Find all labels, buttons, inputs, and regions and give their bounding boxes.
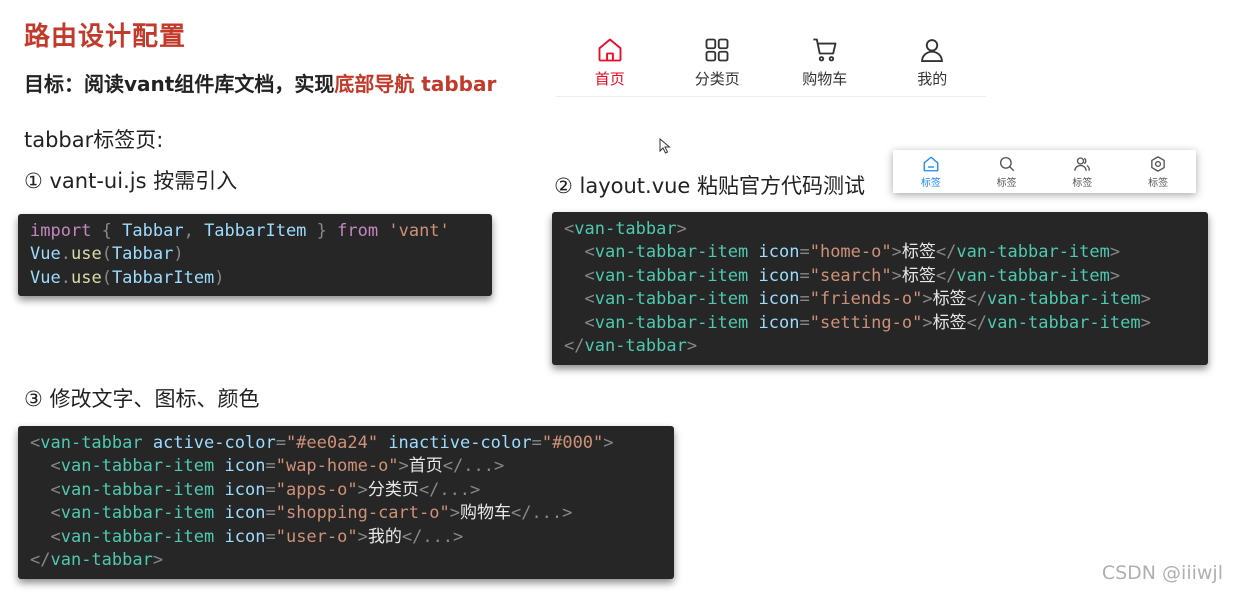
home-icon (923, 156, 939, 171)
user-icon (921, 39, 944, 63)
tabbar-page-label: tabbar标签页: (24, 128, 164, 152)
gear-icon (1151, 155, 1165, 172)
preview-tab-label: 购物车 (802, 70, 848, 88)
preview-tab-cart[interactable]: 购物车 (780, 36, 870, 89)
code-line: <van-tabbar-item icon="shopping-cart-o">… (50, 503, 573, 524)
goal-prefix: 目标：阅读vant组件库文档，实现 (24, 72, 335, 96)
mouse-cursor-icon (659, 138, 671, 154)
code-line: <van-tabbar-item icon="wap-home-o">首页</.… (50, 456, 505, 477)
code-line: <van-tabbar active-color="#ee0a24" inact… (30, 433, 614, 453)
default-tab-setting[interactable]: 标签 (1128, 155, 1188, 189)
apps-icon (705, 38, 729, 62)
preview-tabbar: 首页 分类页 购物车 我的 (556, 36, 986, 97)
code-block-vant-ui: import { Tabbar, TabbarItem } from 'vant… (18, 214, 492, 296)
default-tab-label: 标签 (996, 177, 1017, 189)
code-line: <van-tabbar-item icon="search">标签</van-t… (584, 265, 1121, 286)
cart-icon (813, 38, 837, 62)
default-tab-search[interactable]: 标签 (977, 155, 1037, 189)
code-block-layout-vue: <van-tabbar> <van-tabbar-item icon="home… (552, 212, 1208, 365)
step3-label: ③ 修改文字、图标、颜色 (24, 387, 260, 411)
preview-tab-label: 分类页 (694, 70, 740, 88)
code-line: import { Tabbar, TabbarItem } from 'vant… (30, 221, 450, 241)
default-tab-label: 标签 (920, 177, 941, 189)
watermark: CSDN @iiiwjl (1101, 562, 1223, 584)
code-line: <van-tabbar-item icon="user-o">我的</...> (50, 526, 464, 547)
default-tabbar: 标签 标签 标签 标签 (893, 150, 1196, 193)
code-line: Vue.use(TabbarItem) (30, 267, 225, 288)
default-tab-friends[interactable]: 标签 (1052, 155, 1112, 189)
code-block-customized: <van-tabbar active-color="#ee0a24" inact… (18, 426, 674, 579)
step1-label: ① vant-ui.js 按需引入 (24, 169, 238, 193)
code-line: <van-tabbar> (564, 219, 687, 239)
code-line: </van-tabbar> (564, 335, 698, 356)
slide-title: 路由设计配置 (24, 22, 187, 52)
code-line: <van-tabbar-item icon="home-o">标签</van-t… (584, 242, 1121, 263)
preview-tab-user[interactable]: 我的 (887, 36, 977, 89)
preview-tab-label: 我的 (917, 70, 948, 88)
code-line: <van-tabbar-item icon="apps-o">分类页</...> (50, 479, 481, 500)
search-icon (999, 156, 1014, 171)
code-line: </van-tabbar> (30, 549, 164, 570)
goal-text: 目标：阅读vant组件库文档，实现底部导航 tabbar (24, 68, 496, 97)
default-tab-home[interactable]: 标签 (901, 155, 961, 189)
goal-highlight: 底部导航 tabbar (334, 72, 497, 96)
home-icon (598, 38, 622, 62)
step2-label: ② layout.vue 粘贴官方代码测试 (554, 174, 866, 198)
preview-tab-home[interactable]: 首页 (565, 36, 655, 89)
code-line: <van-tabbar-item icon="setting-o">标签</va… (584, 312, 1151, 333)
default-tab-label: 标签 (1072, 177, 1093, 189)
default-tab-label: 标签 (1148, 177, 1169, 189)
preview-tab-label: 首页 (594, 70, 625, 88)
friends-icon (1074, 156, 1091, 171)
code-line: <van-tabbar-item icon="friends-o">标签</va… (584, 289, 1151, 310)
code-line: Vue.use(Tabbar) (30, 244, 184, 265)
preview-tab-apps[interactable]: 分类页 (672, 36, 762, 89)
